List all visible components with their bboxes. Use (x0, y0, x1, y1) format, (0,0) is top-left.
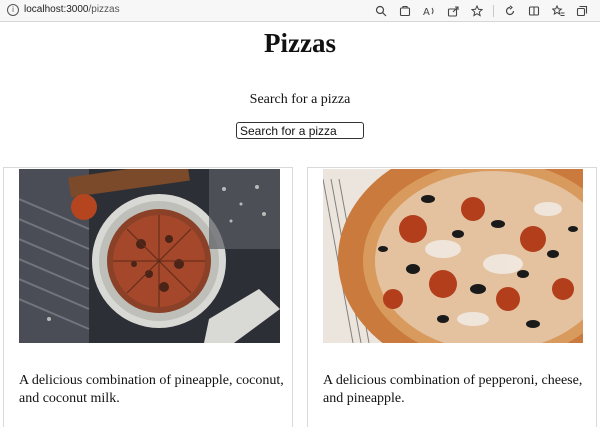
browser-toolbar: i localhost:3000/pizzas A (0, 0, 600, 22)
favorite-icon[interactable] (465, 2, 489, 20)
site-info-icon[interactable]: i (7, 4, 19, 16)
collections-icon[interactable] (570, 2, 594, 20)
read-aloud-icon[interactable]: A (417, 2, 441, 20)
pizza-description: A delicious combination of pineapple, co… (19, 373, 284, 406)
url-path: /pizzas (88, 4, 120, 15)
page-title: Pizzas (264, 28, 336, 58)
pizza-image (19, 169, 280, 343)
share-icon[interactable] (441, 2, 465, 20)
url-host: localhost:3000 (24, 4, 89, 15)
toolbar-separator (493, 5, 494, 17)
zoom-icon[interactable] (369, 2, 393, 20)
search-label: Search for a pizza (249, 92, 351, 107)
split-screen-icon[interactable] (522, 2, 546, 20)
browser-toolbar-icons: A (369, 2, 594, 20)
pizza-description: A delicious combination of pepperoni, ch… (323, 373, 583, 406)
favorites-icon[interactable] (546, 2, 570, 20)
pizza-card[interactable]: A delicious combination of pepperoni, ch… (307, 167, 597, 427)
pizza-card[interactable]: A delicious combination of pineapple, co… (3, 167, 293, 427)
refresh-icon[interactable] (498, 2, 522, 20)
search-input[interactable] (236, 122, 364, 139)
extensions-icon[interactable] (393, 2, 417, 20)
pizza-image (323, 169, 583, 343)
svg-text:A: A (423, 7, 430, 17)
address-bar[interactable]: localhost:3000/pizzas (24, 3, 120, 17)
